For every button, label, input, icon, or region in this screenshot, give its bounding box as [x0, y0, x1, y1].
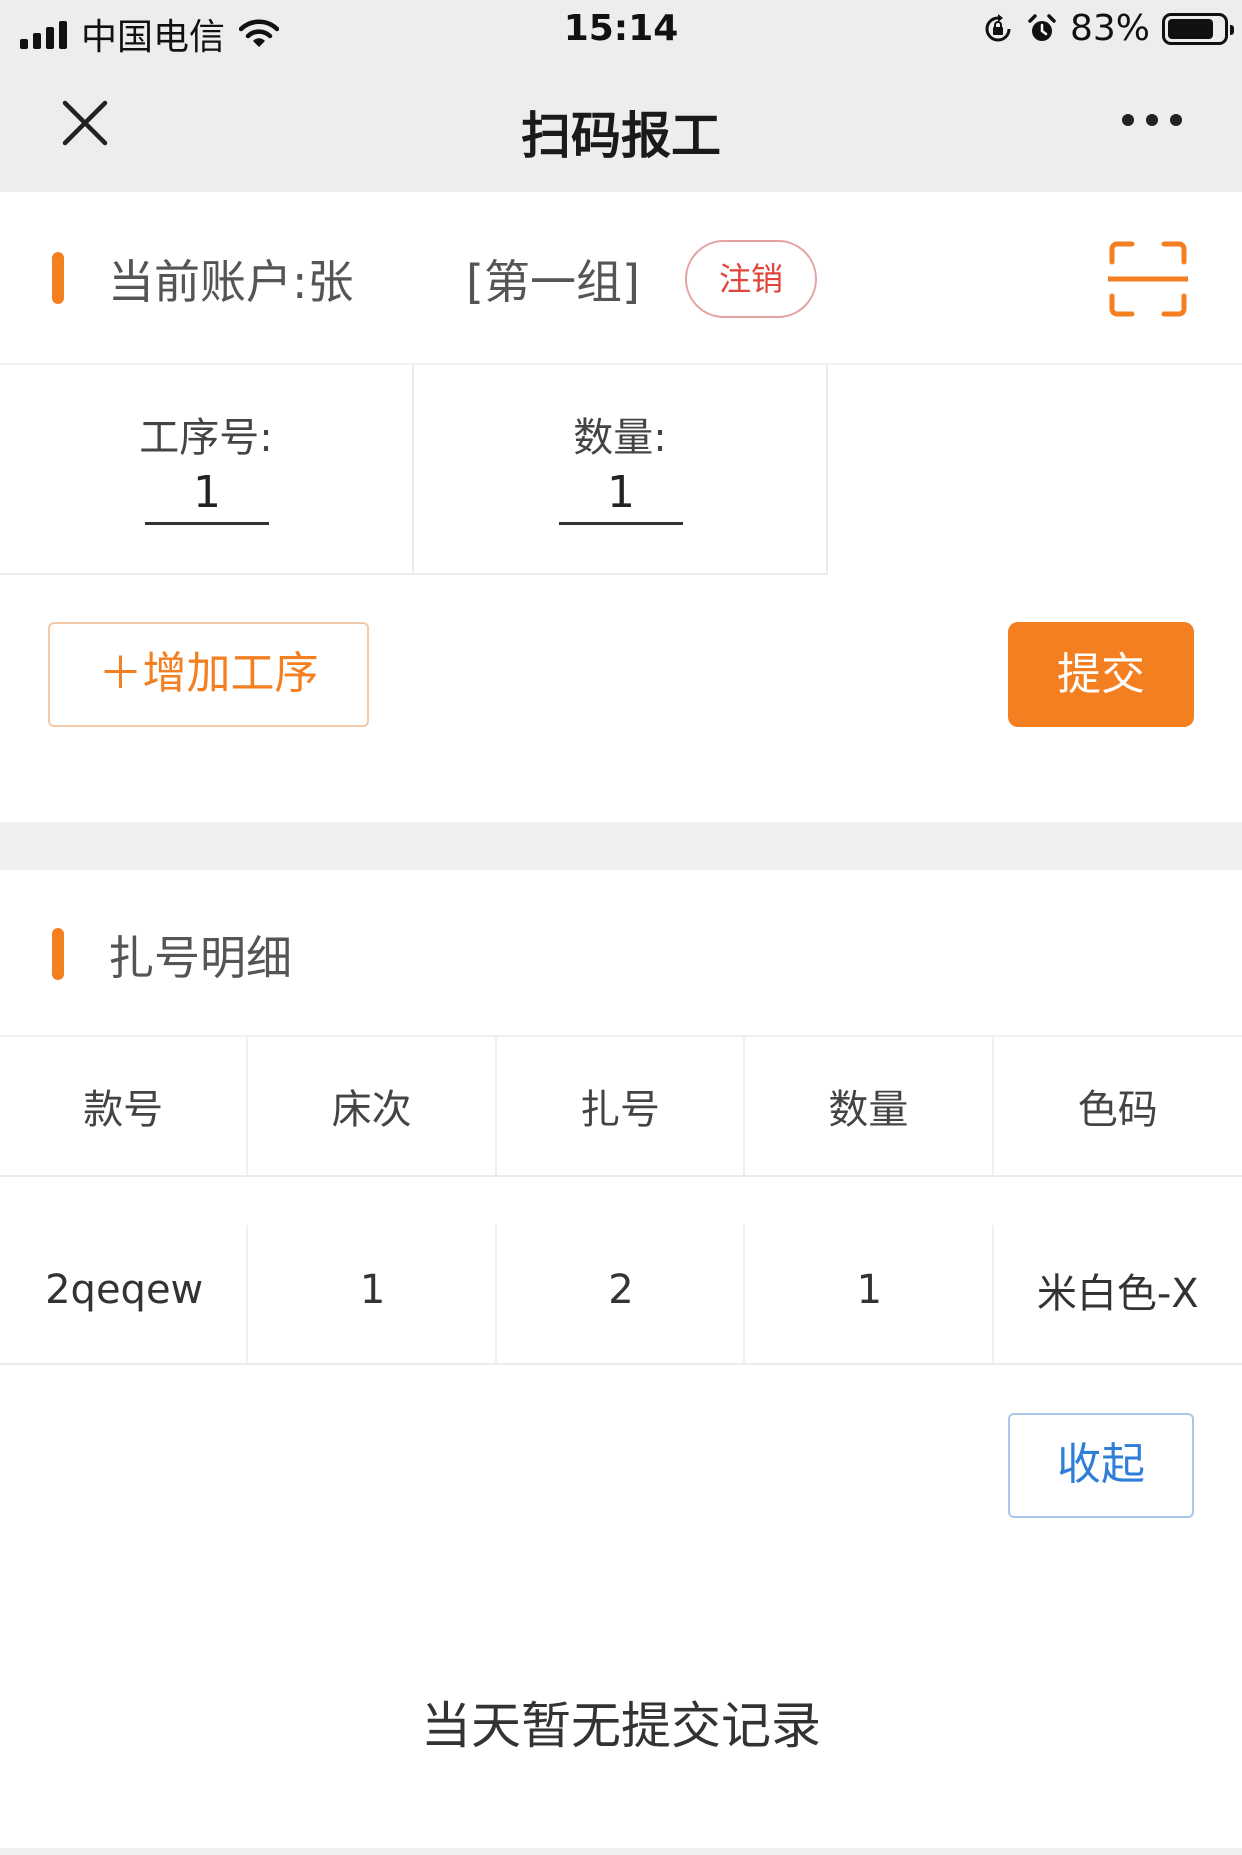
- process-number-input[interactable]: 1: [145, 465, 269, 525]
- quantity-input[interactable]: 1: [559, 465, 683, 525]
- section-accent-bar: [52, 928, 64, 980]
- process-number-label: 工序号:: [139, 415, 273, 461]
- section-divider: [0, 822, 1242, 870]
- column-header-style: 款号: [0, 1037, 249, 1175]
- cell-style-value: 2qeqew: [45, 1267, 204, 1313]
- battery-percent: 83%: [1069, 8, 1150, 49]
- empty-records-message: 当天暂无提交记录: [421, 1697, 821, 1755]
- account-row: 当前账户:张 [第一组] 注销: [0, 192, 1242, 365]
- more-icon[interactable]: [1122, 114, 1182, 126]
- rotation-lock-icon: [985, 13, 1011, 41]
- inputs-row: 工序号: 1 数量: 1: [0, 365, 1242, 575]
- battery-icon: [1162, 12, 1234, 45]
- quantity-cell: 数量: 1: [414, 365, 828, 575]
- table-header-row: 款号 床次 扎号 数量 色码: [0, 1035, 1242, 1177]
- battery-fill: [1168, 18, 1213, 39]
- nav-bar: 扫码报工: [0, 62, 1242, 192]
- column-header-quantity: 数量: [745, 1037, 994, 1175]
- collapse-button[interactable]: 收起: [1008, 1413, 1194, 1518]
- logout-button[interactable]: 注销: [685, 240, 817, 318]
- cell-quantity-value: 1: [856, 1267, 883, 1313]
- status-bar: 中国电信 15:14 83%: [0, 0, 1242, 62]
- bundle-detail-table: 款号 床次 扎号 数量 色码 2qeqew 1 2 1 米白色-X: [0, 1035, 1242, 1365]
- submit-button[interactable]: 提交: [1008, 622, 1194, 727]
- table-row: 2qeqew 1 2 1 米白色-X: [0, 1177, 1242, 1365]
- table-cell: 1: [745, 1177, 994, 1363]
- account-label: 当前账户:张: [108, 255, 354, 309]
- page-title: 扫码报工: [521, 107, 721, 165]
- column-header-bundle: 扎号: [497, 1037, 746, 1175]
- cell-color-size-value: 米白色-X: [1036, 1271, 1199, 1317]
- status-right: 83%: [982, 8, 1234, 49]
- table-cell: 2qeqew: [0, 1177, 249, 1363]
- scan-icon[interactable]: [1108, 240, 1188, 318]
- cell-bundle-value: 2: [608, 1267, 634, 1313]
- table-cell: 米白色-X: [994, 1177, 1242, 1363]
- table-cell: 1: [248, 1177, 498, 1363]
- add-process-button[interactable]: ＋增加工序: [48, 622, 369, 727]
- alarm-icon: [1028, 13, 1056, 41]
- quantity-label: 数量:: [573, 415, 667, 461]
- cell-bed-value: 1: [359, 1267, 386, 1313]
- detail-header: 扎号明细: [0, 870, 1242, 1035]
- process-number-cell: 工序号: 1: [0, 365, 414, 575]
- detail-title: 扎号明细: [108, 931, 292, 985]
- group-label: [第一组]: [466, 255, 640, 309]
- column-header-color-size: 色码: [1077, 1087, 1158, 1133]
- column-header-bed: 床次: [248, 1037, 497, 1175]
- section-accent-bar: [52, 252, 64, 304]
- bottom-divider: [0, 1848, 1242, 1855]
- table-cell: 2: [497, 1177, 746, 1363]
